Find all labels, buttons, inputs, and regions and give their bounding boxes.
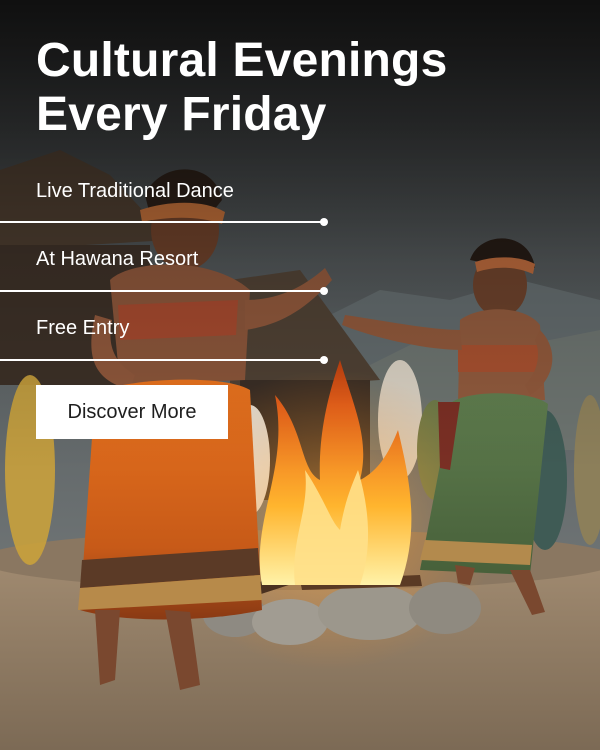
feature-item-entry: Free Entry [36,317,130,339]
feature-divider [0,218,328,226]
title-line-2: Every Friday [36,88,327,141]
feature-divider [0,287,328,295]
event-poster: Cultural Evenings Every Friday Live Trad… [0,0,600,750]
content-overlay: Cultural Evenings Every Friday Live Trad… [0,0,600,750]
feature-item-dance: Live Traditional Dance [36,180,234,202]
discover-more-button[interactable]: Discover More [36,385,228,439]
divider-dot [320,287,328,295]
page-title: Cultural Evenings Every Friday [36,34,447,142]
feature-item-location: At Hawana Resort [36,248,199,270]
divider-dot [320,356,328,364]
divider-dot [320,218,328,226]
title-line-1: Cultural Evenings [36,34,448,87]
feature-divider [0,356,328,364]
